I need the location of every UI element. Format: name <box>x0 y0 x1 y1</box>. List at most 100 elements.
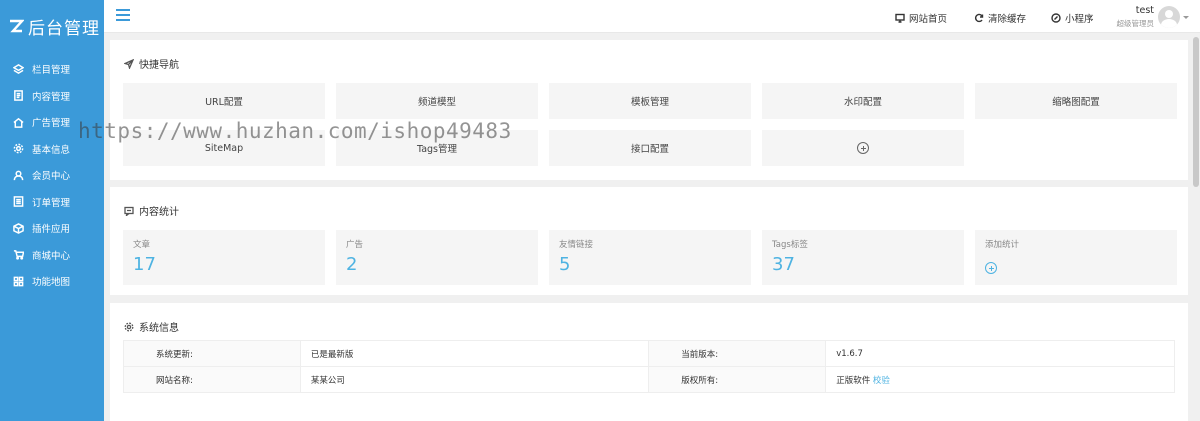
system-info-table: 系统更新: 已是最新版 当前版本: v1.6.7 网站名称: 某某公司 版权所有… <box>123 340 1175 393</box>
quick-nav-panel: 快捷导航 URL配置 频道模型 模板管理 水印配置 缩略图配置 SiteMap … <box>110 40 1188 180</box>
sidebar-item-feature-map[interactable]: 功能地图 <box>0 268 104 295</box>
verify-link[interactable]: 校验 <box>873 376 890 386</box>
quick-nav-channel-model[interactable]: 频道模型 <box>336 83 538 119</box>
sidebar-item-label: 会员中心 <box>32 171 71 183</box>
plus-circle-icon <box>985 262 997 274</box>
sidebar-item-columns[interactable]: 栏目管理 <box>0 56 104 83</box>
stat-card-links[interactable]: 友情链接 5 <box>549 230 751 285</box>
quick-nav-title-text: 快捷导航 <box>139 60 179 71</box>
table-cell: v1.6.7 <box>825 340 1175 367</box>
list-icon <box>12 196 24 208</box>
sidebar-item-label: 订单管理 <box>32 197 71 209</box>
stat-value: 17 <box>133 254 156 275</box>
table-cell: 系统更新: <box>123 340 301 367</box>
user-info[interactable]: test 超级管理员 <box>1112 5 1155 29</box>
logo[interactable]: 后台管理 <box>0 0 104 52</box>
stat-label: 添加统计 <box>985 240 1020 250</box>
chat-icon <box>124 206 134 216</box>
cart-icon <box>12 249 24 261</box>
gear-icon <box>12 143 24 155</box>
table-row: 网站名称: 某某公司 版权所有: 正版软件 校验 <box>123 366 1175 393</box>
table-row: 系统更新: 已是最新版 当前版本: v1.6.7 <box>123 340 1175 367</box>
stat-value: 2 <box>346 254 358 275</box>
quick-nav-tags-manage[interactable]: Tags管理 <box>336 130 538 166</box>
logo-text: 后台管理 <box>28 18 100 39</box>
stat-card-add[interactable]: 添加统计 <box>975 230 1177 285</box>
table-cell: 当前版本: <box>648 340 827 367</box>
system-info-title-text: 系统信息 <box>139 323 179 334</box>
home-icon <box>12 116 24 128</box>
sidebar: 后台管理 栏目管理 内容管理 广告管理 基本信息 会员中心 订单管理 插件应用 … <box>0 0 104 421</box>
sidebar-item-label: 内容管理 <box>32 91 71 103</box>
sidebar-item-label: 栏目管理 <box>32 65 71 77</box>
user-name: test <box>1135 5 1154 16</box>
clear-cache-link[interactable]: 清除缓存 <box>974 11 1026 25</box>
sidebar-item-ads[interactable]: 广告管理 <box>0 109 104 136</box>
site-home-link[interactable]: 网站首页 <box>895 11 947 25</box>
avatar[interactable] <box>1158 6 1180 28</box>
system-info-panel: 系统信息 系统更新: 已是最新版 当前版本: v1.6.7 网站名称: 某某公司… <box>110 303 1188 421</box>
quick-nav-title: 快捷导航 <box>124 56 179 71</box>
stat-label: Tags标签 <box>772 240 808 250</box>
plus-circle-icon <box>857 142 869 154</box>
user-role: 超级管理员 <box>1116 19 1155 28</box>
monitor-icon <box>895 13 905 23</box>
quick-nav-url-config[interactable]: URL配置 <box>123 83 325 119</box>
stat-card-tags[interactable]: Tags标签 37 <box>762 230 964 285</box>
table-cell: 某某公司 <box>299 366 650 393</box>
site-home-label: 网站首页 <box>909 14 948 25</box>
paper-plane-icon <box>124 58 134 69</box>
sidebar-item-basic-info[interactable]: 基本信息 <box>0 136 104 163</box>
logo-icon <box>8 18 25 34</box>
content-stats-title-text: 内容统计 <box>139 207 179 218</box>
quick-nav-add-button[interactable] <box>762 130 964 166</box>
sidebar-item-label: 功能地图 <box>32 277 71 289</box>
sidebar-item-mall[interactable]: 商城中心 <box>0 242 104 269</box>
quick-nav-sitemap[interactable]: SiteMap <box>123 130 325 166</box>
grid-icon <box>12 275 24 287</box>
document-icon <box>12 90 24 102</box>
content-stats-title: 内容统计 <box>124 203 179 218</box>
stat-label: 广告 <box>346 240 364 250</box>
refresh-icon <box>974 13 984 23</box>
license-text: 正版软件 <box>836 375 871 386</box>
stat-label: 友情链接 <box>559 240 594 250</box>
sidebar-item-members[interactable]: 会员中心 <box>0 162 104 189</box>
sidebar-item-label: 广告管理 <box>32 118 71 130</box>
content-stats-panel: 内容统计 文章 17 广告 2 友情链接 5 Tags标签 37 添加统计 <box>110 187 1188 295</box>
stat-card-ads[interactable]: 广告 2 <box>336 230 538 285</box>
sidebar-item-label: 基本信息 <box>32 144 71 156</box>
table-cell: 网站名称: <box>123 366 301 393</box>
sidebar-item-plugins[interactable]: 插件应用 <box>0 215 104 242</box>
sidebar-item-orders[interactable]: 订单管理 <box>0 189 104 216</box>
layers-icon <box>12 63 24 75</box>
compass-icon <box>1051 13 1061 23</box>
box-icon <box>12 222 24 234</box>
table-cell: 已是最新版 <box>299 340 650 367</box>
table-cell: 正版软件 校验 <box>825 366 1175 393</box>
stat-card-articles[interactable]: 文章 17 <box>123 230 325 285</box>
mini-program-link[interactable]: 小程序 <box>1051 11 1094 25</box>
stat-label: 文章 <box>133 240 151 250</box>
sidebar-item-label: 商城中心 <box>32 250 71 262</box>
scrollbar[interactable] <box>1192 33 1200 421</box>
quick-nav-thumbnail-config[interactable]: 缩略图配置 <box>975 83 1177 119</box>
mini-program-label: 小程序 <box>1065 14 1094 25</box>
stat-value: 5 <box>559 254 571 275</box>
system-info-title: 系统信息 <box>124 319 179 334</box>
clear-cache-label: 清除缓存 <box>988 14 1027 25</box>
top-header: 网站首页 清除缓存 小程序 test 超级管理员 <box>104 0 1200 33</box>
user-icon <box>12 169 24 181</box>
quick-nav-watermark-config[interactable]: 水印配置 <box>762 83 964 119</box>
quick-nav-template-manage[interactable]: 模板管理 <box>549 83 751 119</box>
menu-toggle-icon[interactable] <box>116 9 130 21</box>
sidebar-item-content[interactable]: 内容管理 <box>0 83 104 110</box>
sidebar-nav: 栏目管理 内容管理 广告管理 基本信息 会员中心 订单管理 插件应用 商城中心 <box>0 56 104 295</box>
stat-value: 37 <box>772 254 795 275</box>
scroll-thumb[interactable] <box>1193 37 1199 187</box>
chevron-down-icon[interactable] <box>1183 16 1189 19</box>
table-cell: 版权所有: <box>648 366 827 393</box>
sidebar-item-label: 插件应用 <box>32 224 71 236</box>
gear-icon <box>124 322 134 331</box>
quick-nav-api-config[interactable]: 接口配置 <box>549 130 751 166</box>
